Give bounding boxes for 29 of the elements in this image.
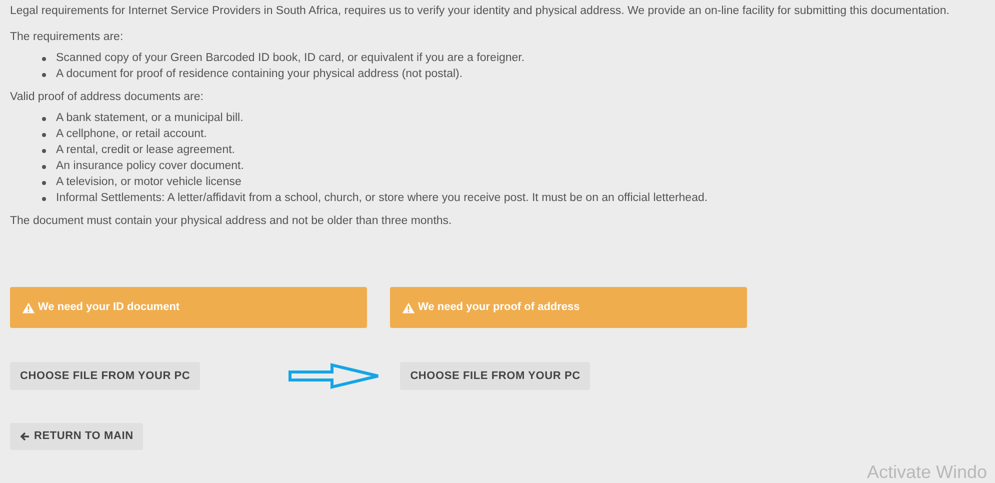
alert-text: We need your proof of address (418, 300, 580, 316)
bullet-icon (42, 73, 46, 77)
choose-file-button[interactable]: CHOOSE FILE FROM YOUR PC (400, 362, 590, 390)
arrow-icon (288, 363, 380, 389)
bullet-icon (42, 197, 46, 201)
warning-icon (402, 302, 415, 314)
list-item-text: An insurance policy cover document. (56, 159, 244, 174)
bullet-icon (42, 165, 46, 169)
requirements-heading: The requirements are: (10, 30, 124, 45)
intro-text: Legal requirements for Internet Service Providers in South Africa, requires us to verify your identity and physical address. We provide an on-line facility for submitting this documentation. (10, 4, 950, 19)
list-item-text: A rental, credit or lease agreement. (56, 143, 235, 158)
bullet-icon (42, 181, 46, 185)
list-item-text: A television, or motor vehicle license (56, 175, 242, 190)
bullet-icon (42, 149, 46, 153)
list-item-text: Scanned copy of your Green Barcoded ID book, ID card, or equivalent if you are a foreigner. (56, 51, 525, 66)
alert-text: We need your ID document (38, 300, 180, 316)
bullet-icon (42, 117, 46, 121)
note-text: The document must contain your physical address and not be older than three months. (10, 214, 453, 229)
list-item-text: A document for proof of residence containing your physical address (not postal). (56, 67, 463, 82)
list-item-text: A bank statement, or a municipal bill. (56, 111, 244, 126)
list-item-text: Informal Settlements: A letter/affidavit from a school, church, or store where you receive post. It must be on an official letterhead. (56, 191, 708, 206)
proof-heading: Valid proof of address documents are: (10, 90, 204, 105)
left-arrow-icon (20, 432, 30, 441)
warning-icon (22, 302, 35, 314)
return-button[interactable]: RETURN TO MAIN (10, 423, 144, 450)
choose-file-button[interactable]: CHOOSE FILE FROM YOUR PC (10, 362, 200, 390)
list-item-text: A cellphone, or retail account. (56, 127, 207, 142)
bullet-icon (42, 57, 46, 61)
bullet-icon (42, 133, 46, 137)
